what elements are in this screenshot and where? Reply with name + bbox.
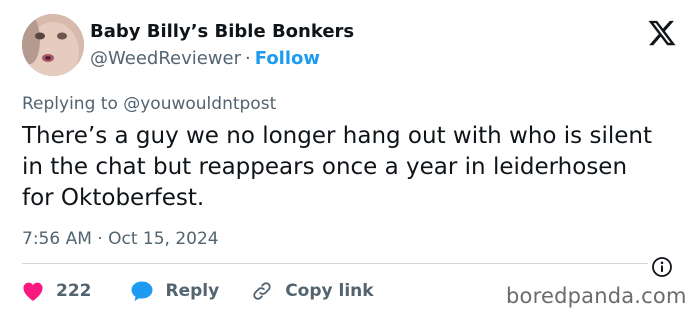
author-handle[interactable]: @WeedReviewer — [90, 48, 241, 69]
heart-icon — [23, 282, 43, 301]
author-display-name[interactable]: Baby Billy’s Bible Bonkers — [90, 21, 354, 42]
link-icon — [253, 282, 271, 300]
avatar-face-image — [22, 14, 84, 76]
like-button[interactable]: 222 — [22, 281, 92, 301]
divider — [22, 263, 648, 264]
tweet-actions: 222 Reply Copy link — [22, 278, 374, 304]
follow-button[interactable]: Follow — [255, 48, 320, 69]
tweet-timestamp[interactable]: 7:56 AM · Oct 15, 2024 — [22, 229, 219, 249]
watermark: boredpanda.com — [506, 284, 687, 308]
info-icon[interactable] — [651, 256, 673, 278]
copy-link-button[interactable]: Copy link — [251, 280, 374, 302]
author-handle-row: @WeedReviewer · Follow — [90, 48, 320, 69]
tweet-text: There’s a guy we no longer hang out with… — [22, 123, 652, 211]
reply-button[interactable]: Reply — [130, 280, 220, 302]
handle-separator: · — [245, 48, 251, 69]
replying-to-text[interactable]: Replying to @youwouldntpost — [22, 94, 276, 114]
x-logo-icon[interactable] — [646, 18, 678, 48]
avatar[interactable] — [22, 14, 84, 76]
like-count: 222 — [56, 281, 92, 301]
reply-label: Reply — [165, 281, 220, 301]
copy-link-label: Copy link — [285, 281, 374, 301]
speech-bubble-icon — [131, 281, 152, 301]
